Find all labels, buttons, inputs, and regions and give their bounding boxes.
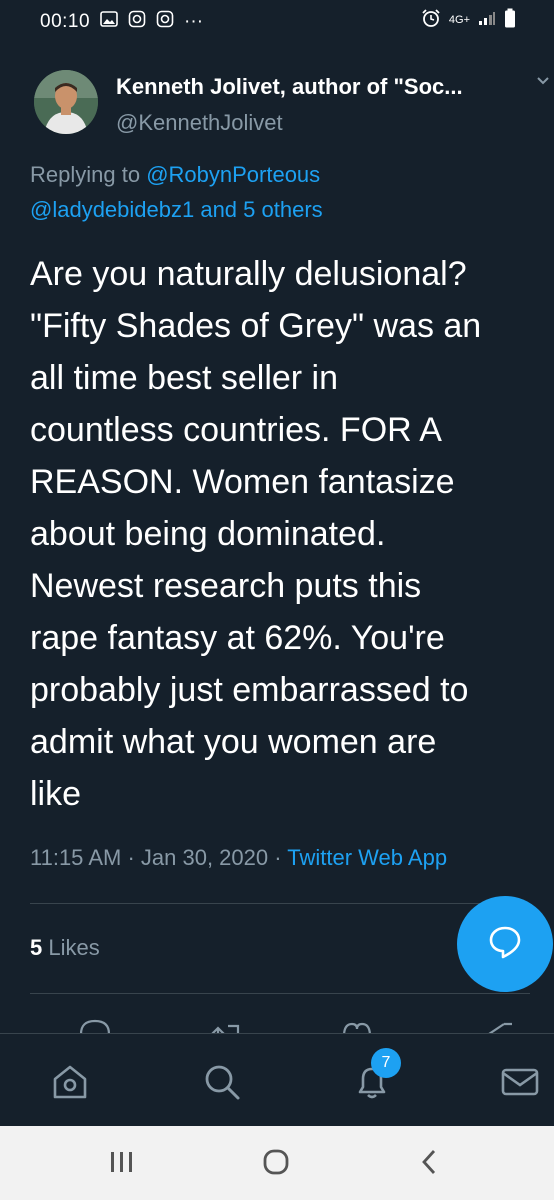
instagram-icon <box>128 10 146 34</box>
meta-separator: · <box>268 845 288 870</box>
system-nav-bar <box>0 1126 554 1200</box>
replying-to: Replying to @RobynPorteous <box>30 162 320 188</box>
tweet-text-line: probably just embarrassed to <box>30 671 469 709</box>
divider <box>30 903 530 904</box>
nav-search[interactable] <box>200 1062 244 1106</box>
nav-home[interactable] <box>48 1062 92 1106</box>
tweet-date: Jan 30, 2020 <box>140 845 269 870</box>
notification-badge: 7 <box>371 1048 401 1078</box>
network-type: 4G+ <box>448 13 470 26</box>
tweet-text-line: Are you naturally delusional? <box>30 255 467 293</box>
like-icon[interactable] <box>340 1020 374 1034</box>
tweet-text: Are you naturally delusional? "Fifty Sha… <box>30 248 550 820</box>
tweet-text-line: admit what you women are <box>30 723 437 761</box>
share-icon[interactable] <box>482 1018 516 1034</box>
likes-label: Likes <box>42 935 100 960</box>
tweet-text-line: Newest research puts this <box>30 567 422 605</box>
bottom-nav: 7 <box>0 1033 554 1127</box>
nav-messages[interactable] <box>498 1062 542 1106</box>
status-bar: 00:10 ··· 4G+ <box>0 0 554 44</box>
tweet-text-line: REASON. Women fantasize <box>30 463 455 501</box>
instagram-icon <box>156 10 174 34</box>
status-time: 00:10 <box>40 11 91 32</box>
tweet-meta: 11:15 AM · Jan 30, 2020 · Twitter Web Ap… <box>30 845 447 871</box>
compose-reply-button[interactable] <box>457 896 553 992</box>
reply-icon[interactable] <box>78 1018 112 1034</box>
home-circle-icon <box>261 1147 291 1182</box>
tweet-text-line: rape fantasy at 62%. You're <box>30 619 445 657</box>
likes-number: 5 <box>30 935 43 960</box>
image-icon <box>100 11 118 33</box>
tweet-text-line: countless countries. FOR A <box>30 411 442 449</box>
search-icon <box>202 1062 242 1107</box>
reply-bubble-icon <box>486 923 524 966</box>
tweet-text-line: "Fifty Shades of Grey" was an <box>30 307 482 345</box>
back-button[interactable] <box>412 1146 448 1182</box>
signal-icon <box>478 10 496 29</box>
recent-apps-button[interactable] <box>104 1146 140 1182</box>
tweet-text-line: all time best seller in <box>30 359 339 397</box>
alarm-icon <box>421 8 441 31</box>
meta-separator: · <box>121 845 141 870</box>
recent-apps-icon <box>107 1149 137 1180</box>
likes-count[interactable]: 5 Likes <box>30 935 100 961</box>
divider <box>30 993 530 994</box>
back-chevron-icon <box>418 1147 442 1182</box>
retweet-icon[interactable] <box>208 1020 242 1034</box>
tweet-source-link[interactable]: Twitter Web App <box>287 845 447 870</box>
tweet-time: 11:15 AM <box>30 845 122 870</box>
author-name[interactable]: Kenneth Jolivet, author of "Soc... <box>116 74 463 100</box>
tweet-text-line: like <box>30 775 82 813</box>
more-notifications-dots: ··· <box>184 11 204 32</box>
tweet-action-row <box>0 1018 554 1034</box>
chevron-down-icon[interactable] <box>536 74 550 88</box>
tweet-text-line: about being dominated. <box>30 515 386 553</box>
battery-icon <box>504 8 516 31</box>
author-handle[interactable]: @KennethJolivet <box>116 110 283 136</box>
messages-icon <box>499 1062 541 1107</box>
status-left: 00:10 ··· <box>40 10 203 34</box>
status-right: 4G+ <box>421 8 516 31</box>
replying-prefix: Replying to <box>30 162 147 187</box>
reply-mentions-link[interactable]: @ladydebidebz1 and 5 others <box>30 197 323 223</box>
avatar[interactable] <box>34 70 98 134</box>
reply-mention-link[interactable]: @RobynPorteous <box>146 162 320 187</box>
home-button[interactable] <box>258 1146 294 1182</box>
home-icon <box>50 1062 90 1107</box>
